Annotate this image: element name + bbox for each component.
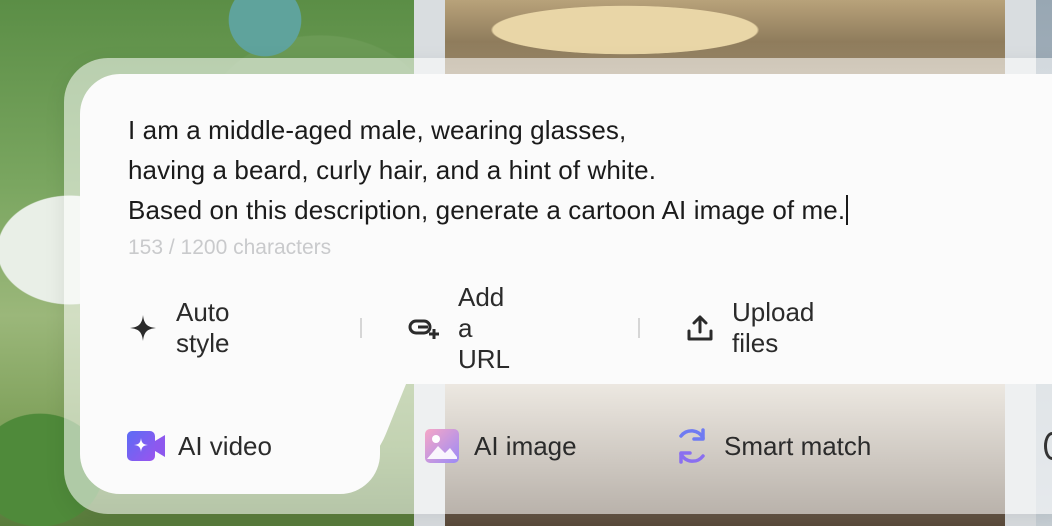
prompt-line: I am a middle-aged male, wearing glasses… bbox=[128, 115, 627, 145]
action-divider bbox=[360, 318, 362, 338]
tab-smart-match[interactable]: Smart match bbox=[672, 424, 871, 468]
refresh-arrows-icon bbox=[672, 426, 712, 466]
tab-ai-video[interactable]: AI video bbox=[126, 424, 272, 468]
sparkle-icon bbox=[128, 312, 158, 344]
prompt-textarea[interactable]: I am a middle-aged male, wearing glasses… bbox=[128, 110, 1008, 230]
upload-files-button[interactable]: Upload files bbox=[686, 297, 818, 358]
tab-ai-image-label: AI image bbox=[474, 430, 577, 461]
image-icon bbox=[422, 426, 462, 466]
upload-icon bbox=[686, 312, 714, 344]
character-counter: 153 / 1200 characters bbox=[128, 236, 332, 259]
tab-curve-decoration bbox=[320, 384, 430, 494]
prompt-line: having a beard, curly hair, and a hint o… bbox=[128, 155, 657, 185]
link-add-icon bbox=[408, 312, 440, 344]
prompt-line-text: Based on this description, generate a ca… bbox=[128, 195, 846, 225]
tab-ai-video-label: AI video bbox=[178, 430, 272, 461]
tab-ai-image[interactable]: AI image bbox=[422, 424, 577, 468]
auto-style-button[interactable]: Auto style bbox=[128, 297, 232, 358]
add-url-label: Add a URL bbox=[458, 281, 511, 374]
add-url-button[interactable]: Add a URL bbox=[408, 282, 510, 374]
action-divider bbox=[638, 318, 640, 338]
prompt-line: Based on this description, generate a ca… bbox=[128, 190, 1008, 230]
text-caret bbox=[846, 195, 849, 225]
video-camera-icon bbox=[126, 426, 166, 466]
auto-style-label: Auto style bbox=[176, 297, 230, 358]
upload-files-label: Upload files bbox=[732, 297, 815, 358]
tab-smart-match-label: Smart match bbox=[724, 430, 872, 461]
